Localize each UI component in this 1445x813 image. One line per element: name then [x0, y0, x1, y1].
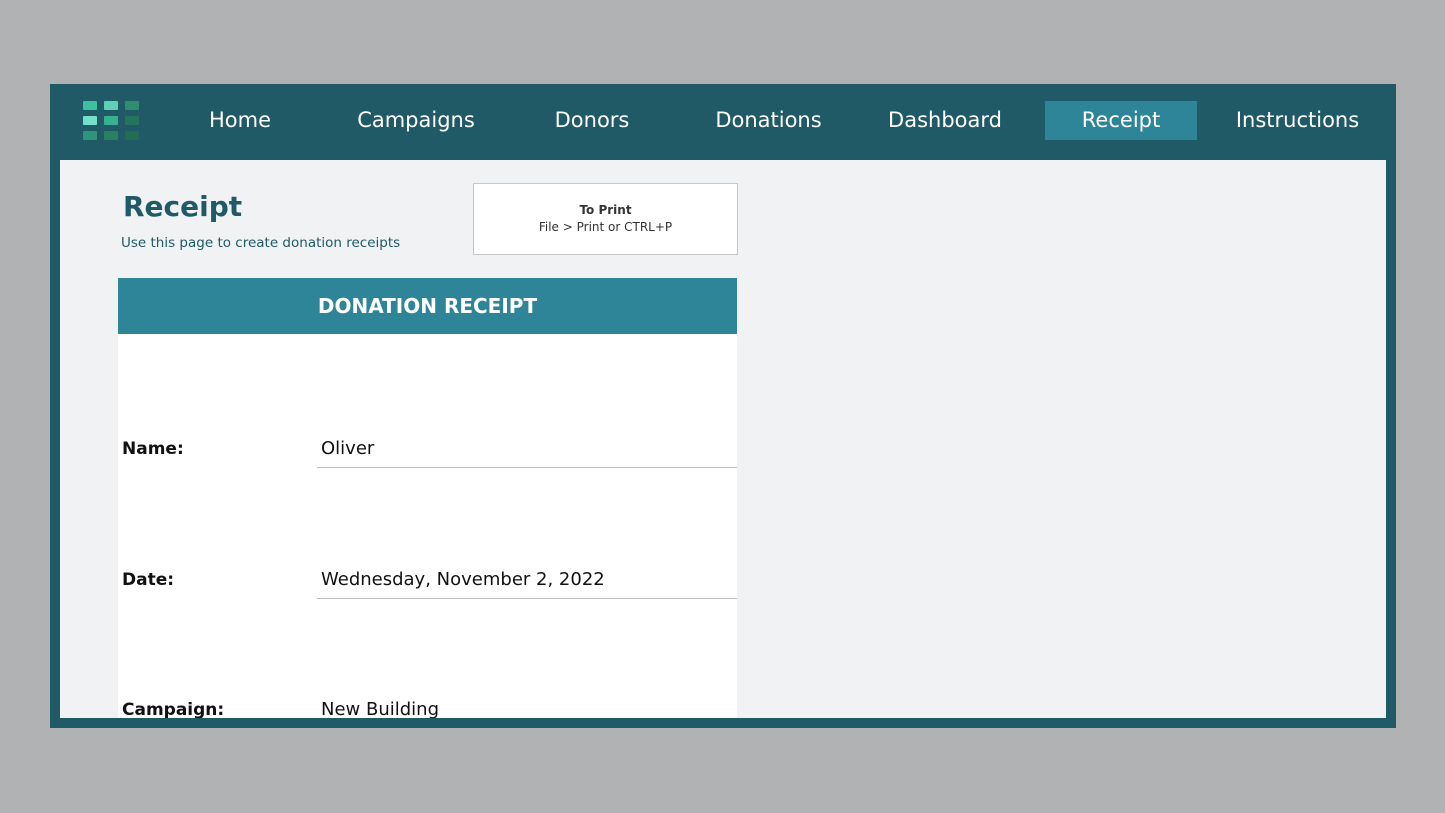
nav-receipt[interactable]: Receipt — [1045, 101, 1197, 140]
app-frame: Home Campaigns Donors Donations Dashboar… — [50, 84, 1396, 728]
name-value[interactable]: Oliver — [317, 438, 737, 468]
receipt-header: DONATION RECEIPT — [118, 278, 737, 334]
date-label: Date: — [122, 570, 175, 590]
nav-instructions[interactable]: Instructions — [1225, 101, 1370, 140]
top-nav: Home Campaigns Donors Donations Dashboar… — [50, 84, 1396, 159]
campaign-label: Campaign: — [122, 700, 225, 718]
nav-home[interactable]: Home — [185, 101, 295, 140]
nav-donations[interactable]: Donations — [701, 101, 836, 140]
print-help-text: File > Print or CTRL+P — [538, 220, 673, 234]
campaign-value[interactable]: New Building — [317, 699, 737, 718]
page-subtitle: Use this page to create donation receipt… — [121, 235, 401, 251]
name-label: Name: — [122, 439, 184, 459]
print-title: To Print — [579, 203, 632, 217]
print-instructions-box: To Print File > Print or CTRL+P — [473, 183, 738, 255]
date-value[interactable]: Wednesday, November 2, 2022 — [317, 569, 737, 599]
nav-campaigns[interactable]: Campaigns — [346, 101, 486, 140]
nav-dashboard[interactable]: Dashboard — [875, 101, 1015, 140]
nav-donors[interactable]: Donors — [537, 101, 647, 140]
grid-logo-icon — [83, 101, 139, 141]
donation-receipt: DONATION RECEIPT Name: Oliver Date: Wedn… — [118, 278, 737, 718]
content-area: Receipt Use this page to create donation… — [60, 160, 1386, 718]
page-title: Receipt — [123, 190, 243, 223]
